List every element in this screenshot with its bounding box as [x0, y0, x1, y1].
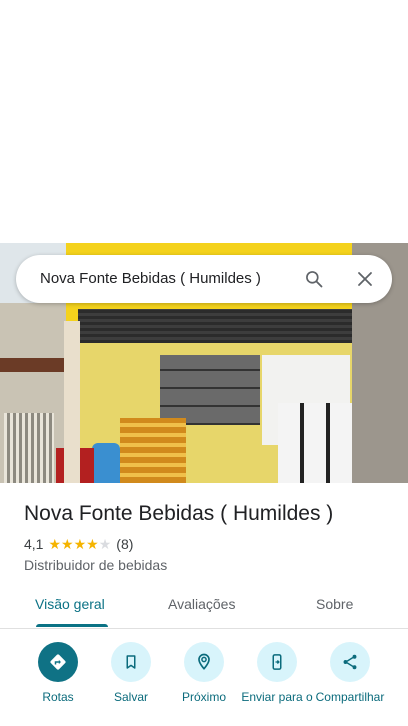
directions-button[interactable]: Rotas	[20, 642, 96, 704]
share-icon	[343, 654, 357, 670]
place-category: Distribuidor de bebidas	[24, 557, 168, 573]
search-bar[interactable]: Nova Fonte Bebidas ( Humildes )	[16, 255, 392, 303]
tab-reviews[interactable]: Avaliações	[168, 584, 235, 626]
star-icon: ★	[86, 536, 99, 552]
send-to-phone-icon	[272, 654, 282, 670]
share-button[interactable]: Compartilhar	[312, 642, 388, 704]
directions-icon	[50, 654, 66, 670]
close-icon[interactable]	[353, 267, 377, 291]
review-count: (8)	[116, 536, 134, 552]
star-icon: ★	[61, 536, 74, 552]
send-to-phone-button[interactable]: Enviar para o	[239, 642, 315, 704]
bookmark-icon	[126, 655, 136, 669]
active-tab-indicator	[36, 624, 108, 627]
rating-stars: ★ ★ ★ ★ ★	[48, 537, 111, 551]
rating-value: 4,1	[24, 536, 44, 552]
save-label: Salvar	[113, 690, 148, 704]
star-icon: ★	[73, 536, 87, 552]
search-input[interactable]: Nova Fonte Bebidas ( Humildes )	[40, 255, 261, 303]
star-icon: ★	[48, 536, 62, 552]
search-icon[interactable]	[302, 267, 326, 291]
place-title: Nova Fonte Bebidas ( Humildes )	[24, 502, 334, 525]
tab-bar: Visão geral Avaliações Sobre	[0, 584, 408, 629]
nearby-button[interactable]: Próximo	[166, 642, 242, 704]
nearby-label: Próximo	[181, 690, 226, 704]
save-button[interactable]: Salvar	[93, 642, 169, 704]
tab-about[interactable]: Sobre	[316, 584, 353, 626]
share-label: Compartilhar	[315, 690, 385, 704]
tab-overview[interactable]: Visão geral	[35, 584, 105, 626]
rating-row[interactable]: 4,1 ★ ★ ★ ★ ★ (8)	[24, 535, 133, 553]
star-empty-icon: ★	[98, 536, 112, 552]
send-to-phone-label: Enviar para o	[241, 690, 313, 704]
directions-label: Rotas	[42, 690, 74, 704]
nearby-icon	[198, 653, 210, 670]
